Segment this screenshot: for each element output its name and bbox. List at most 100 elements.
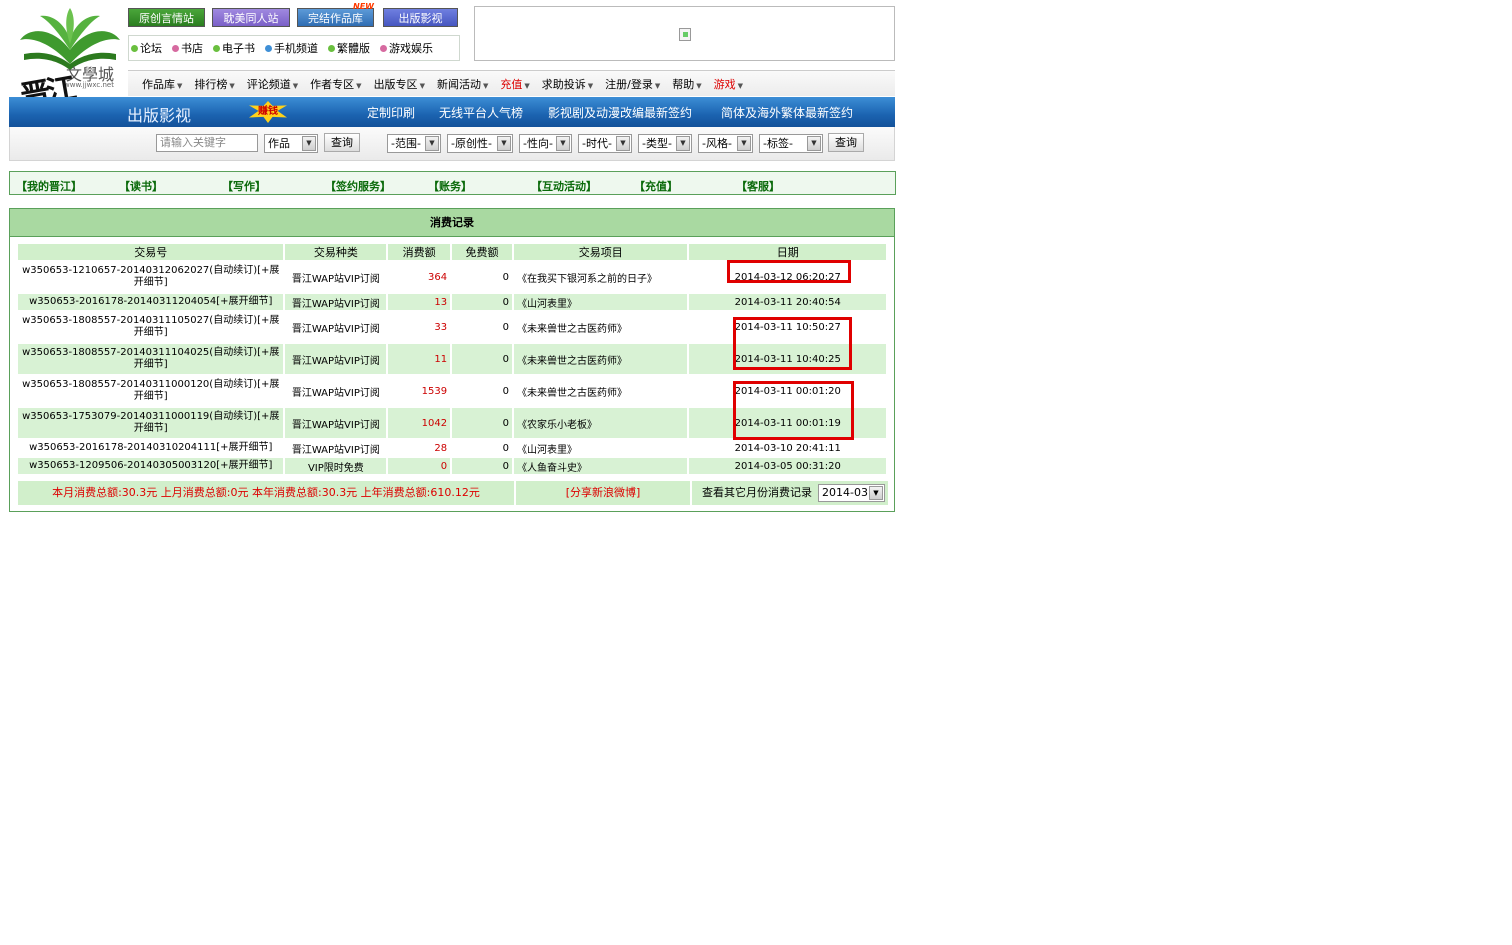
quick-link-mobile[interactable]: 手机频道	[265, 40, 318, 56]
annotation-box	[733, 381, 854, 440]
quick-link-games[interactable]: 游戏娱乐	[380, 40, 433, 56]
search-input[interactable]: 请输入关键字	[156, 134, 258, 152]
table-row: w350653-2016178-20140310204111[+展开细节] 晋江…	[18, 440, 886, 456]
quick-link-forum[interactable]: 论坛	[131, 40, 162, 56]
select-value: -性向-	[523, 137, 553, 150]
top-button-danmei[interactable]: 耽美同人站	[212, 8, 290, 27]
select-value: -风格-	[702, 137, 732, 150]
ad-banner[interactable]	[474, 6, 895, 61]
filter-genre[interactable]: -类型- ▼	[638, 134, 692, 153]
account-menu: 【我的晋江】 【读书】 【写作】 【签约服务】 【账务】 【互动活动】 【充值】…	[9, 171, 896, 195]
nav-reviews[interactable]: 评论频道 ▼	[247, 76, 298, 92]
nav-works[interactable]: 作品库 ▼	[142, 76, 182, 92]
top-button-yanqing[interactable]: 原创言情站	[128, 8, 205, 27]
txn-amount: 1042	[388, 408, 451, 438]
col-header-txn-type: 交易种类	[285, 244, 387, 260]
menu-my-jinjiang[interactable]: 【我的晋江】	[16, 178, 82, 194]
txn-id[interactable]: w350653-2016178-20140311204054[+展开细节]	[18, 294, 284, 310]
menu-recharge[interactable]: 【充值】	[634, 178, 678, 194]
month-select[interactable]: 2014-03 ▼	[818, 484, 885, 502]
search-button[interactable]: 查询	[324, 133, 360, 152]
quick-link-label: 书店	[181, 42, 203, 55]
txn-amount: 1539	[421, 385, 448, 397]
nav-rankings[interactable]: 排行榜 ▼	[194, 76, 234, 92]
link-adaptation-signings[interactable]: 影视剧及动漫改编最新签约	[548, 104, 692, 121]
top-button-publishing[interactable]: 出版影视	[383, 8, 458, 27]
nav-register-login[interactable]: 注册/登录 ▼	[605, 76, 660, 92]
menu-account[interactable]: 【账务】	[428, 178, 472, 194]
txn-id[interactable]: w350653-1210657-20140312062027(自动续订)[+展开…	[18, 262, 283, 292]
filter-style[interactable]: -风格- ▼	[698, 134, 753, 153]
annotation-box	[733, 317, 852, 370]
menu-writing[interactable]: 【写作】	[222, 178, 266, 194]
txn-item: 《未来兽世之古医药师》	[516, 323, 627, 335]
txn-item: 《未来兽世之古医药师》	[516, 387, 627, 399]
link-wireless-ranking[interactable]: 无线平台人气榜	[439, 104, 523, 121]
txn-type: 晋江WAP站VIP订阅	[285, 408, 387, 438]
nav-recharge[interactable]: 充值 ▼	[500, 76, 529, 92]
txn-free: 0	[502, 442, 509, 454]
caret-down-icon: ▼	[177, 81, 183, 90]
nav-label: 作者专区	[310, 77, 355, 91]
share-weibo-link[interactable]: [分享新浪微博]	[516, 481, 690, 505]
menu-customer-service[interactable]: 【客服】	[736, 178, 780, 194]
nav-publishing[interactable]: 出版专区 ▼	[374, 76, 425, 92]
col-header-free: 免费额	[452, 244, 512, 260]
link-custom-print[interactable]: 定制印刷	[367, 104, 415, 121]
filter-range[interactable]: -范围- ▼	[387, 134, 441, 153]
col-header-amount: 消费额	[388, 244, 451, 260]
txn-type: 晋江WAP站VIP订阅	[291, 323, 380, 335]
menu-activities[interactable]: 【互动活动】	[531, 178, 597, 194]
new-badge: NEW	[353, 2, 374, 11]
quick-link-label: 游戏娱乐	[389, 42, 433, 55]
nav-label: 新闻活动	[436, 77, 481, 91]
nav-help[interactable]: 帮助 ▼	[672, 76, 701, 92]
quick-link-ebook[interactable]: 电子书	[213, 40, 255, 56]
txn-id[interactable]: w350653-2016178-20140310204111[+展开细节]	[18, 440, 283, 456]
filter-era[interactable]: -时代- ▼	[578, 134, 632, 153]
annotation-box	[727, 260, 851, 283]
txn-id[interactable]: w350653-1209506-20140305003120[+展开细节]	[18, 458, 284, 474]
nav-label: 求助投诉	[541, 77, 586, 91]
col-header-txn-id: 交易号	[18, 244, 284, 260]
txn-type: 晋江WAP站VIP订阅	[291, 444, 380, 456]
nav-authors[interactable]: 作者专区 ▼	[310, 76, 361, 92]
bullet-icon	[172, 44, 179, 52]
bullet-icon	[131, 44, 138, 52]
select-value: -标签-	[763, 137, 793, 150]
nav-help-complaint[interactable]: 求助投诉 ▼	[542, 76, 593, 92]
filter-tag[interactable]: -标签- ▼	[759, 134, 823, 153]
txn-id[interactable]: w350653-1753079-20140311000119(自动续订)[+展开…	[18, 408, 284, 438]
txn-amount: 33	[434, 321, 448, 333]
filter-originality[interactable]: -原创性- ▼	[447, 134, 513, 153]
broken-image-icon	[679, 28, 691, 41]
quick-link-traditional[interactable]: 繁體版	[328, 40, 370, 56]
txn-id[interactable]: w350653-1808557-20140311105027(自动续订)[+展开…	[18, 312, 283, 342]
txn-item: 《在我买下银河系之前的日子》	[516, 273, 657, 285]
menu-reading[interactable]: 【读书】	[119, 178, 163, 194]
txn-item: 《农家乐小老板》	[513, 408, 688, 438]
txn-item: 《未来兽世之古医药师》	[513, 344, 688, 374]
txn-date: 2014-03-11 20:40:54	[689, 294, 886, 310]
link-overseas-signings[interactable]: 简体及海外繁体最新签约	[721, 104, 853, 121]
records-caption: 消费记录	[10, 209, 894, 237]
txn-id[interactable]: w350653-1808557-20140311000120(自动续订)[+展开…	[18, 376, 283, 406]
txn-id[interactable]: w350653-1808557-20140311104025(自动续订)[+展开…	[18, 344, 284, 374]
nav-news[interactable]: 新闻活动 ▼	[437, 76, 488, 92]
search-type-select[interactable]: 作品 ▼	[264, 134, 318, 153]
chevron-down-icon: ▼	[676, 136, 690, 151]
quick-link-label: 手机频道	[274, 42, 318, 55]
earn-money-badge[interactable]: 赚钱	[249, 101, 287, 123]
txn-amount: 0	[388, 458, 451, 474]
caret-down-icon: ▼	[587, 81, 594, 90]
select-value: -时代-	[582, 137, 612, 150]
nav-label: 游戏	[713, 77, 736, 91]
caret-down-icon: ▼	[696, 81, 702, 90]
chevron-down-icon: ▼	[425, 136, 439, 151]
menu-contract[interactable]: 【签约服务】	[325, 178, 391, 194]
nav-games[interactable]: 游戏 ▼	[714, 76, 743, 92]
quick-link-bookstore[interactable]: 书店	[172, 40, 203, 56]
filter-search-button[interactable]: 查询	[828, 133, 864, 152]
filter-orientation[interactable]: -性向- ▼	[519, 134, 572, 153]
chevron-down-icon: ▼	[616, 136, 630, 151]
